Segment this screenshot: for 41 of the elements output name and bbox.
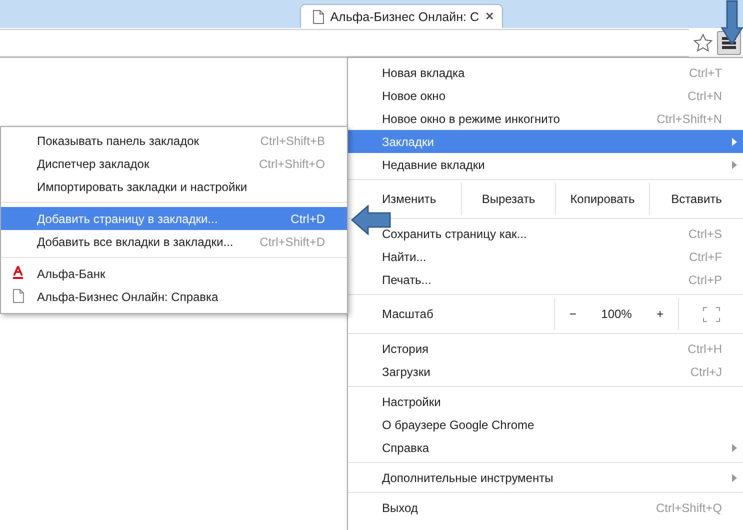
menu-item[interactable]: Сохранить страницу как... Ctrl+S: [348, 222, 743, 245]
tab-title: Альфа-Бизнес Онлайн: С: [330, 10, 479, 24]
menu-item[interactable]: Новое окно Ctrl+N: [348, 84, 743, 107]
submenu-arrow-icon: [732, 138, 737, 146]
submenu-arrow-icon: [732, 444, 737, 452]
submenu-arrow-icon: [732, 474, 737, 482]
page-icon: [313, 10, 324, 24]
menu-item[interactable]: Настройки: [348, 390, 743, 413]
menu-item[interactable]: Недавние вкладки: [348, 153, 743, 176]
menu-item[interactable]: Добавить все вкладки в закладки... Ctrl+Shift+D: [1, 230, 347, 253]
edit-label: Изменить: [381, 191, 438, 208]
menu-item[interactable]: Альфа-Бизнес Онлайн: Справка: [1, 285, 347, 308]
close-icon[interactable]: ✕: [485, 10, 494, 23]
menu-item[interactable]: Выход Ctrl+Shift+Q: [348, 496, 743, 519]
menu-item[interactable]: Справка: [348, 436, 743, 459]
menu-item[interactable]: Новое окно в режиме инкогнито Ctrl+Shift+N: [348, 107, 743, 130]
menu-item[interactable]: Печать... Ctrl+P: [348, 268, 743, 291]
menu-item[interactable]: Дополнительные инструменты: [348, 466, 743, 489]
star-icon[interactable]: [693, 32, 713, 52]
menu-item[interactable]: История Ctrl+H: [348, 337, 743, 360]
zoom-value: 100%: [601, 307, 632, 321]
zoom-in-button[interactable]: +: [652, 307, 668, 321]
menu-item[interactable]: Загрузки Ctrl+J: [348, 360, 743, 383]
menu-item[interactable]: Новая вкладка Ctrl+T: [348, 61, 743, 84]
browser-tab[interactable]: Альфа-Бизнес Онлайн: С ✕: [300, 4, 503, 28]
zoom-out-button[interactable]: −: [565, 307, 580, 321]
arrow-icon: [721, 0, 743, 45]
edit-button[interactable]: Вставить: [649, 183, 743, 215]
submenu-arrow-icon: [732, 161, 737, 169]
menu-item[interactable]: Добавить страницу в закладки... Ctrl+D: [1, 207, 347, 230]
menu-item[interactable]: Закладки: [348, 130, 743, 153]
menu-item[interactable]: Найти... Ctrl+F: [348, 245, 743, 268]
menu-item[interactable]: Импортировать закладки и настройки: [1, 175, 347, 198]
page-icon: [13, 289, 24, 303]
menu-item[interactable]: Альфа-Банк: [1, 262, 347, 285]
letter-logo-icon: [13, 266, 23, 279]
menu-item[interactable]: О браузере Google Chrome: [348, 413, 743, 436]
menu-item[interactable]: Диспетчер закладок Ctrl+Shift+O: [1, 152, 347, 175]
zoom-label: Масштаб: [381, 306, 434, 323]
fullscreen-icon: [702, 306, 720, 322]
menu-item[interactable]: Показывать панель закладок Ctrl+Shift+B: [1, 129, 347, 152]
